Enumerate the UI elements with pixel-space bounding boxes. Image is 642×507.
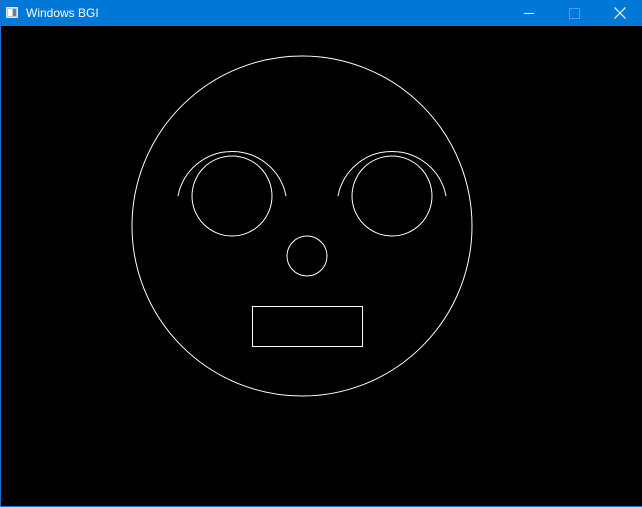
maximize-icon: [569, 8, 580, 19]
maximize-button[interactable]: [552, 0, 598, 26]
close-button[interactable]: [597, 0, 642, 26]
minimize-icon: [524, 13, 534, 14]
title-bar[interactable]: Windows BGI: [1, 0, 642, 26]
close-icon: [614, 7, 626, 19]
face-outline: [131, 55, 473, 397]
app-window: Windows BGI: [0, 0, 642, 507]
right-eyebrow-arc: [337, 151, 447, 197]
drawing-canvas[interactable]: [2, 26, 642, 506]
minimize-button[interactable]: [506, 0, 552, 26]
mouth: [252, 306, 363, 347]
bgi-drawing: [131, 55, 473, 397]
window-title: Windows BGI: [26, 6, 99, 20]
left-eyebrow-arc: [177, 151, 287, 197]
left-eye: [191, 155, 273, 237]
right-eye: [351, 155, 433, 237]
app-window-icon[interactable]: [6, 7, 18, 18]
nose: [286, 235, 328, 277]
